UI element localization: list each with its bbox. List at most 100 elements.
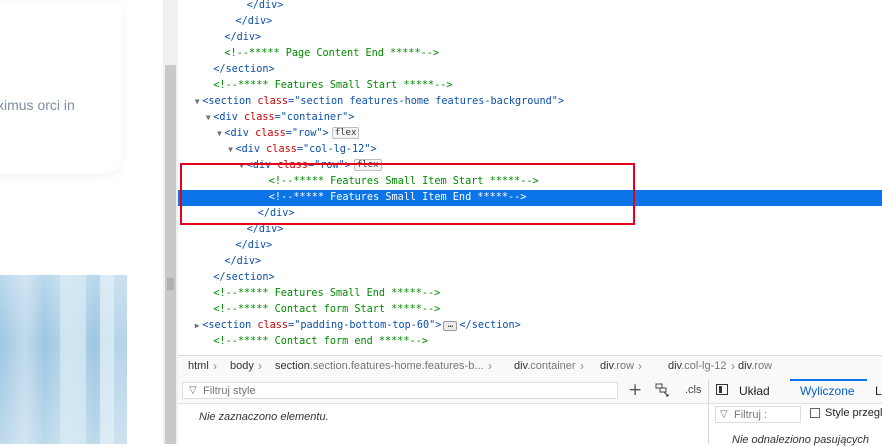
markup-line[interactable]: ▼ <div class="container"> <box>178 110 882 126</box>
markup-line[interactable]: </section> <box>178 270 882 286</box>
page-scrollbar[interactable] <box>163 0 178 444</box>
filter-styles-box[interactable]: ▽ <box>182 382 618 399</box>
browser-styles-checkbox[interactable] <box>810 408 820 418</box>
markup-line[interactable]: <!--***** Contact form end *****--> <box>178 334 882 350</box>
markup-line[interactable]: <!--***** Features Small Start *****--> <box>178 78 882 94</box>
breadcrumb-tag: div <box>514 360 528 372</box>
markup-token-val: "row" <box>314 160 345 171</box>
markup-token-val: "col-lg-12" <box>302 144 371 155</box>
expand-twisty-icon[interactable]: ▼ <box>214 126 224 142</box>
collapsed-content-button[interactable]: … <box>443 321 458 331</box>
markup-line[interactable]: </div> <box>178 222 882 238</box>
markup-token-tag: <div <box>235 144 267 155</box>
filter-styles-input[interactable] <box>203 384 613 397</box>
markup-token-tag: </div> <box>246 0 284 11</box>
no-match-message: Nie odnaleziono pasujących <box>732 434 869 446</box>
markup-line[interactable]: </div> <box>178 30 882 46</box>
markup-line[interactable]: <!--***** Features Small End *****--> <box>178 286 882 302</box>
expand-twisty-icon[interactable]: ▼ <box>203 110 213 126</box>
markup-line[interactable]: ▼ <div class="col-lg-12"> <box>178 142 882 158</box>
markup-token-tag: </div> <box>224 32 262 43</box>
markup-line[interactable]: </div> <box>178 0 882 14</box>
markup-line[interactable]: </div> <box>178 254 882 270</box>
markup-view[interactable]: </div> </div> </div> <!--***** Page Content… <box>178 0 882 355</box>
markup-line[interactable]: ▼ <div class="row"> flex <box>178 158 882 174</box>
markup-line[interactable]: </section> <box>178 62 882 78</box>
pseudo-class-icon[interactable] <box>655 383 671 400</box>
side-pane: Układ Wyliczone L ▽ Style przegla Nie od… <box>708 379 882 446</box>
flex-badge[interactable]: flex <box>353 159 382 171</box>
markup-line[interactable]: </div> <box>178 238 882 254</box>
markup-line[interactable]: <!--***** Features Small Item Start ****… <box>178 174 882 190</box>
toggle-pane-icon[interactable] <box>716 384 728 395</box>
image-detail <box>60 275 86 444</box>
markup-line[interactable]: <!--***** Features Small Item End *****-… <box>178 190 882 206</box>
breadcrumb-separator-icon: › <box>488 359 492 373</box>
markup-token-tag: </div> <box>224 256 262 267</box>
breadcrumb-separator-icon: › <box>258 359 262 373</box>
markup-line[interactable]: ▼ <section class="section features-home f… <box>178 94 882 110</box>
markup-token-tag: <div <box>246 160 278 171</box>
image-detail <box>100 275 114 444</box>
markup-token-comment: <!--***** Features Small Start *****--> <box>213 80 453 91</box>
breadcrumb-item[interactable]: section.section.features-home.features-b… <box>275 360 484 372</box>
breadcrumb-item[interactable]: html <box>188 360 209 372</box>
add-rule-button[interactable]: + <box>628 380 642 400</box>
computed-filter-box[interactable]: ▽ <box>715 406 801 423</box>
breadcrumb-class: .row <box>751 360 773 372</box>
tab-layout[interactable]: Układ <box>739 384 770 398</box>
breadcrumb-item[interactable]: div.col-lg-12 <box>668 360 727 372</box>
devtools-panel: </div> </div> </div> <!--***** Page Content… <box>178 0 882 446</box>
breadcrumb-item[interactable]: body <box>230 360 254 372</box>
markup-token-tag: </div> <box>235 16 273 27</box>
collapse-twisty-icon[interactable]: ▶ <box>192 318 202 334</box>
markup-token-tag: <section <box>202 320 258 331</box>
markup-token-val: "row" <box>291 128 323 139</box>
markup-line[interactable]: <!--***** Contact form Start *****--> <box>178 302 882 318</box>
markup-token-tag: </div> <box>257 208 295 219</box>
rules-toolbar: ▽ + .cls <box>178 379 708 404</box>
rules-pane: ▽ + .cls Nie zaznaczono elementu. <box>178 379 708 444</box>
expand-twisty-icon[interactable]: ▼ <box>192 94 202 110</box>
breadcrumb-class: .col-lg-12 <box>681 360 727 372</box>
markup-token-tag: > <box>348 112 355 123</box>
expand-twisty-icon[interactable]: ▼ <box>226 142 236 158</box>
markup-token-tag: </div> <box>235 240 273 251</box>
markup-token-tag: > <box>344 160 351 171</box>
active-tab-indicator <box>790 379 867 381</box>
markup-token-tag: </section> <box>213 272 275 283</box>
cls-toggle-button[interactable]: .cls <box>685 384 702 396</box>
markup-line[interactable]: ▶ <section class="padding-bottom-top-60">… <box>178 318 882 334</box>
breadcrumb-item[interactable]: div.container <box>514 360 576 372</box>
markup-token-comment: <!--***** Features Small Item Start ****… <box>268 176 539 187</box>
markup-token-attr: class <box>277 160 308 171</box>
markup-line[interactable]: ▼ <div class="row"> flex <box>178 126 882 142</box>
markup-token-val: "section features-home features-backgrou… <box>294 96 558 107</box>
tab-more[interactable]: L <box>875 384 882 398</box>
filter-icon: ▽ <box>189 385 197 396</box>
page-scrollbar-thumb[interactable] <box>165 65 176 444</box>
computed-filter-input[interactable] <box>734 408 798 421</box>
breadcrumb-class: .container <box>527 360 576 372</box>
expand-twisty-icon[interactable]: ▼ <box>237 158 247 174</box>
markup-token-comment: <!--***** Contact form Start *****--> <box>213 304 441 315</box>
markup-token-tag: </div> <box>246 224 284 235</box>
breadcrumb-tag: div <box>600 360 614 372</box>
breadcrumb-item[interactable]: div.row <box>600 360 634 372</box>
markup-token-comment: <!--***** Features Small End *****--> <box>213 288 441 299</box>
tab-computed[interactable]: Wyliczone <box>800 384 855 398</box>
filter-icon: ▽ <box>720 409 728 420</box>
browser-styles-label: Style przegla <box>825 407 882 419</box>
markup-token-comment: <!--***** Contact form end *****--> <box>213 336 428 347</box>
markup-line[interactable]: <!--***** Page Content End *****--> <box>178 46 882 62</box>
markup-token-attr: class <box>257 96 289 107</box>
breadcrumb-item[interactable]: div.row <box>738 360 772 372</box>
breadcrumb-separator-icon: › <box>213 359 217 373</box>
markup-token-val: "container" <box>280 112 349 123</box>
flex-badge[interactable]: flex <box>331 127 360 139</box>
markup-line[interactable]: </div> <box>178 14 882 30</box>
side-tabs: Układ Wyliczone L <box>709 379 882 404</box>
scroll-marker <box>167 278 174 290</box>
breadcrumb-tag: html <box>188 360 209 372</box>
markup-line[interactable]: </div> <box>178 206 882 222</box>
